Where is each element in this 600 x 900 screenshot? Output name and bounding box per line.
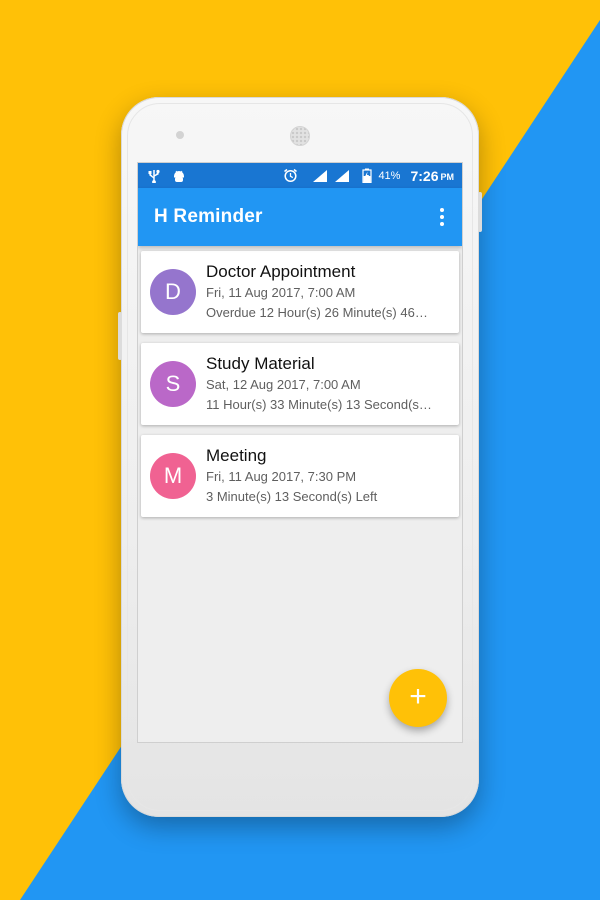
alarm-icon	[284, 168, 298, 183]
reminder-list: D Doctor Appointment Fri, 11 Aug 2017, 7…	[138, 246, 462, 517]
earpiece-speaker	[290, 126, 310, 146]
overflow-dot	[440, 222, 444, 226]
reminder-card-meeting[interactable]: M Meeting Fri, 11 Aug 2017, 7:30 PM 3 Mi…	[141, 435, 459, 517]
usb-icon	[148, 169, 160, 183]
avatar-initial: M	[163, 463, 183, 488]
signal-icon	[313, 169, 328, 182]
android-debug-icon	[174, 170, 184, 182]
side-button	[118, 312, 122, 360]
battery-percentage: 41%	[378, 169, 401, 182]
app-title: H Reminder	[154, 206, 263, 227]
signal-icon	[335, 169, 350, 182]
reminder-details: Doctor Appointment Fri, 11 Aug 2017, 7:0…	[206, 261, 454, 323]
reminder-title: Study Material	[206, 354, 315, 373]
reminder-title: Doctor Appointment	[206, 262, 356, 281]
reminder-details: Study Material Sat, 12 Aug 2017, 7:00 AM…	[206, 353, 454, 415]
reminder-remaining: 3 Minute(s) 13 Second(s) Left	[206, 489, 378, 504]
reminder-details: Meeting Fri, 11 Aug 2017, 7:30 PM 3 Minu…	[206, 445, 454, 507]
status-bar: 41% 7:26 PM	[138, 163, 462, 188]
overflow-dot	[440, 208, 444, 212]
add-icon: +	[409, 680, 427, 713]
power-button	[478, 192, 482, 232]
avatar-initial: D	[165, 279, 181, 304]
avatar: M	[150, 453, 196, 499]
reminder-card-doctor-appointment[interactable]: D Doctor Appointment Fri, 11 Aug 2017, 7…	[141, 251, 459, 333]
add-reminder-button[interactable]: +	[389, 669, 447, 727]
clock-time: 7:26	[410, 167, 439, 184]
avatar: S	[150, 361, 196, 407]
reminder-remaining: Overdue 12 Hour(s) 26 Minute(s) 46…	[206, 305, 428, 320]
phone-screen: 41% 7:26 PM H Reminder D Doctor Appointm…	[137, 162, 463, 743]
reminder-title: Meeting	[206, 446, 267, 465]
avatar-initial: S	[165, 371, 181, 396]
front-camera	[176, 131, 184, 139]
app-bar: H Reminder	[138, 188, 462, 246]
avatar: D	[150, 269, 196, 315]
reminder-date: Fri, 11 Aug 2017, 7:30 PM	[206, 469, 357, 484]
clock-ampm: PM	[440, 172, 455, 182]
reminder-remaining: 11 Hour(s) 33 Minute(s) 13 Second(s…	[206, 397, 432, 412]
battery-charging-icon	[362, 168, 373, 183]
overflow-dot	[440, 215, 444, 219]
reminder-card-study-material[interactable]: S Study Material Sat, 12 Aug 2017, 7:00 …	[141, 343, 459, 425]
reminder-date: Fri, 11 Aug 2017, 7:00 AM	[206, 285, 356, 300]
reminder-date: Sat, 12 Aug 2017, 7:00 AM	[206, 377, 361, 392]
more-vert-icon[interactable]	[430, 199, 454, 235]
